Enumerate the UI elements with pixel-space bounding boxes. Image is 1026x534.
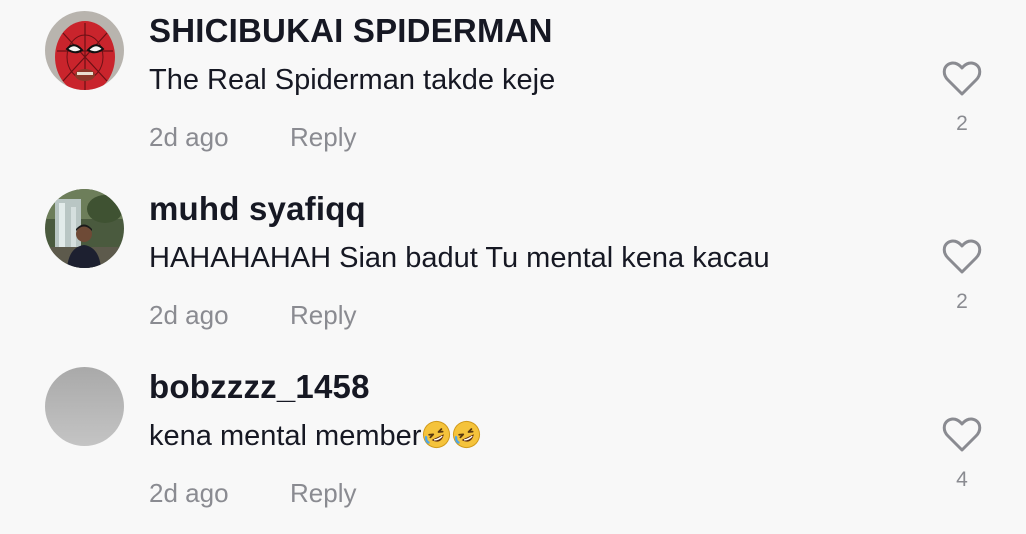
like-count: 2 [956, 112, 968, 135]
comment-text: The Real Spiderman takde keje [149, 64, 556, 96]
avatar[interactable] [45, 11, 124, 90]
comment-time: 2d ago [149, 300, 229, 330]
like-button[interactable] [942, 416, 982, 454]
reply-button[interactable]: Reply [290, 478, 356, 509]
comment-item: muhd syafiqq HAHAHAHAH Sian badut Tu men… [0, 178, 1026, 356]
comment-text: HAHAHAHAH Sian badut Tu mental kena kaca… [149, 242, 770, 274]
avatar[interactable] [45, 367, 124, 446]
reply-button[interactable]: Reply [290, 300, 356, 331]
username[interactable]: SHICIBUKAI SPIDERMAN [149, 12, 553, 50]
laughing-emoji-icon [453, 420, 481, 449]
like-count: 4 [956, 468, 968, 491]
comment-time: 2d ago [149, 478, 229, 508]
username[interactable]: bobzzzz_1458 [149, 368, 370, 406]
avatar[interactable] [45, 189, 124, 268]
comment-item: bobzzzz_1458 kena mental member🤣🤣 2d ago… [0, 356, 1026, 534]
like-button[interactable] [942, 238, 982, 276]
heart-outline-icon [942, 239, 982, 274]
like-count: 2 [956, 290, 968, 313]
reply-button[interactable]: Reply [290, 122, 356, 153]
comment-time: 2d ago [149, 122, 229, 152]
heart-outline-icon [942, 61, 982, 96]
heart-outline-icon [942, 417, 982, 452]
comment-item: SHICIBUKAI SPIDERMAN The Real Spiderman … [0, 0, 1026, 178]
laughing-emoji-icon [423, 420, 451, 449]
like-button[interactable] [942, 60, 982, 98]
comment-text-body: kena mental member [149, 420, 422, 452]
username[interactable]: muhd syafiqq [149, 190, 366, 228]
comment-text: kena mental member🤣🤣 [149, 420, 481, 453]
